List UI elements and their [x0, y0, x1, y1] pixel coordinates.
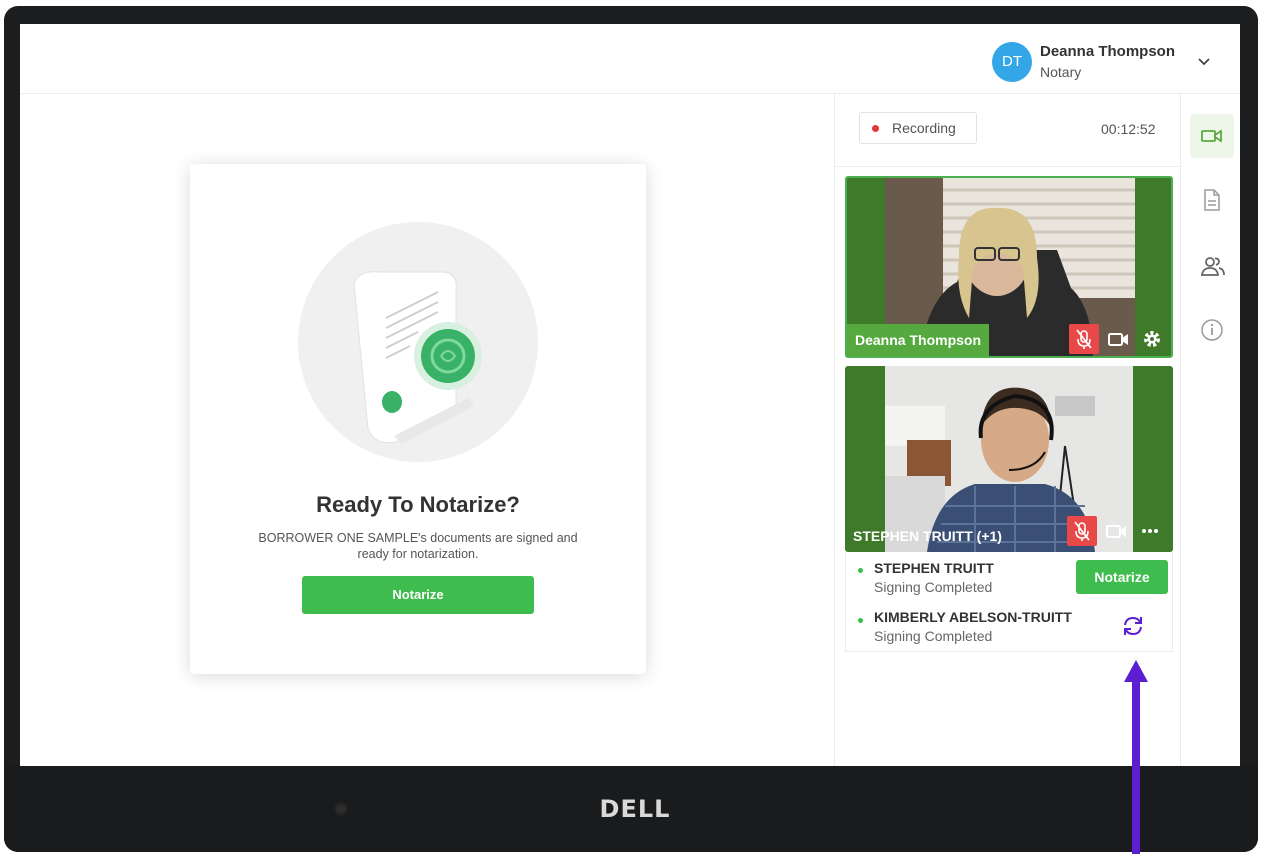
recording-label: Recording — [892, 120, 956, 136]
participant-name: KIMBERLY ABELSON-TRUITT — [874, 609, 1072, 625]
avatar[interactable]: DT — [992, 42, 1032, 82]
sync-icon[interactable] — [1120, 614, 1146, 638]
participant-name: STEPHEN TRUITT — [874, 560, 994, 576]
camera-icon[interactable] — [1103, 324, 1133, 354]
status-dot-icon — [858, 618, 863, 623]
mic-muted-icon[interactable] — [1069, 324, 1099, 354]
document-icon[interactable] — [1190, 178, 1234, 222]
annotation-arrow — [1122, 660, 1150, 854]
card-description: BORROWER ONE SAMPLE's documents are sign… — [258, 531, 578, 561]
session-timer: 00:12:52 — [1101, 121, 1156, 137]
user-name: Deanna Thompson — [1040, 43, 1176, 60]
laptop-brand-logo: DELL — [599, 795, 671, 823]
info-icon[interactable] — [1190, 308, 1234, 352]
camera-icon[interactable] — [1101, 516, 1131, 546]
user-role: Notary — [1040, 64, 1082, 80]
video-tile-notary[interactable]: Deanna Thompson — [845, 176, 1173, 358]
video-name-tag: Deanna Thompson — [847, 324, 990, 356]
recording-indicator: Recording — [859, 112, 977, 144]
card-title: Ready To Notarize? — [316, 492, 520, 517]
notarize-participant-button[interactable]: Notarize — [1076, 560, 1168, 594]
more-options-icon[interactable] — [1135, 516, 1165, 546]
gear-icon[interactable] — [1137, 324, 1167, 354]
notarize-button[interactable]: Notarize — [302, 576, 534, 614]
mic-muted-icon[interactable] — [1067, 516, 1097, 546]
participant-status: Signing Completed — [874, 628, 993, 644]
participant-list: STEPHEN TRUITT Signing Completed Notariz… — [845, 552, 1173, 652]
video-name-tag: STEPHEN TRUITT (+1) — [853, 528, 1002, 544]
certificate-illustration — [298, 222, 538, 462]
chevron-down-icon[interactable] — [1194, 54, 1214, 70]
app-screen: DT Deanna Thompson Notary Ready To Notar… — [20, 24, 1240, 766]
top-bar: DT Deanna Thompson Notary — [20, 24, 1240, 94]
side-toolbar — [1180, 94, 1240, 766]
status-dot-icon — [858, 568, 863, 573]
participants-icon[interactable] — [1190, 244, 1234, 288]
panel-divider — [835, 166, 1181, 167]
video-tile-signer[interactable]: STEPHEN TRUITT (+1) — [845, 366, 1173, 552]
main-content: Ready To Notarize? BORROWER ONE SAMPLE's… — [20, 94, 834, 766]
webcam-dot — [336, 804, 346, 814]
participant-status: Signing Completed — [874, 579, 993, 595]
video-icon[interactable] — [1190, 114, 1234, 158]
notarize-card: Ready To Notarize? BORROWER ONE SAMPLE's… — [190, 164, 646, 674]
recording-dot-icon — [872, 125, 879, 132]
